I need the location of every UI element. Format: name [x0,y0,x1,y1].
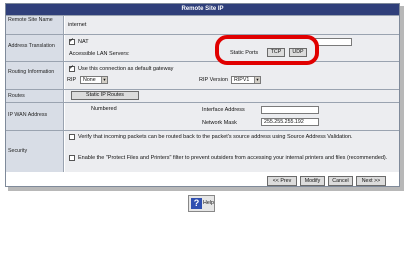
network-mask-input[interactable]: 255.255.255.192 [261,118,319,126]
cancel-button[interactable]: Cancel [328,176,353,186]
security-label: Security [6,131,64,172]
static-ip-routes-button[interactable]: Static IP Routes [71,91,139,100]
rip-select[interactable]: None ▼ [80,76,108,84]
wan-mode-label: Numbered [91,106,117,112]
red-highlight-annotation [215,35,319,65]
row-address-translation: Address Translation NAT Accessible LAN S… [6,34,399,61]
row-ip-wan-address: IP WAN Address Numbered Interface Addres… [6,102,399,130]
ip-wan-address-label: IP WAN Address [6,103,64,130]
prev-button[interactable]: << Prev [267,176,297,186]
nat-address-input[interactable] [315,38,352,46]
row-routes: Routes Static IP Routes [6,89,399,102]
remote-site-ip-page: Remote Site IP Remote Site Name internet… [0,0,408,258]
modify-button[interactable]: Modify [300,176,325,186]
rip-version-label: RIP Version [199,77,228,83]
nat-checkbox[interactable] [69,37,75,45]
remote-site-name-label: Remote Site Name [6,16,64,34]
nat-label: NAT [78,39,89,45]
row-routing-information: Routing Information Use this connection … [6,61,399,89]
source-validation-text: Verify that incoming packets can be rout… [78,134,353,140]
page-title: Remote Site IP [6,4,399,15]
interface-address-label: Interface Address [202,107,245,113]
protect-files-text: Enable the "Protect Files and Printers" … [78,155,388,161]
routing-information-label: Routing Information [6,62,64,89]
help-button[interactable]: ? Help [188,195,215,212]
remote-site-name-value: internet [68,22,87,28]
frame-shadow-right [400,6,404,190]
next-button[interactable]: Next >> [356,176,386,186]
interface-address-input[interactable] [261,106,319,114]
rip-label: RIP [67,77,77,83]
routes-label: Routes [6,90,64,102]
source-validation-checkbox[interactable] [69,134,75,140]
rip-version-select[interactable]: RIPV1 ▼ [231,76,261,84]
frame-shadow-bottom [8,187,404,191]
default-gateway-checkbox[interactable] [69,64,75,72]
default-gateway-label: Use this connection as default gateway [78,66,174,72]
row-security: Security Verify that incoming packets ca… [6,130,399,172]
address-translation-label: Address Translation [6,35,64,61]
settings-table: Remote Site IP Remote Site Name internet… [5,3,400,187]
accessible-lan-servers-label: Accessible LAN Servers: [69,51,130,57]
protect-files-checkbox[interactable] [69,155,75,161]
help-label: Help [203,200,214,206]
row-remote-site-name: Remote Site Name internet [6,15,399,34]
network-mask-label: Network Mask [202,120,237,126]
question-icon: ? [191,198,202,209]
chevron-down-icon: ▼ [254,77,260,83]
chevron-down-icon: ▼ [101,77,107,83]
